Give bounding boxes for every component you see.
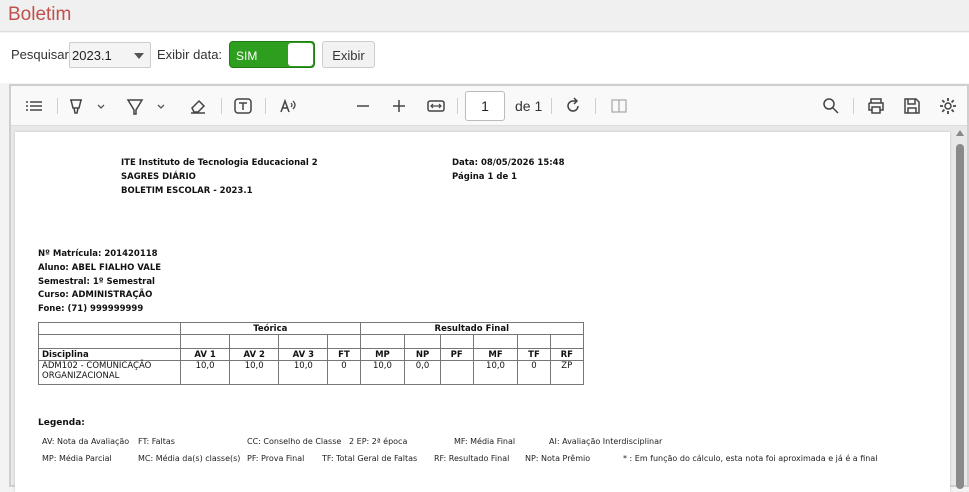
column-header: NP	[404, 348, 441, 361]
legend-item: AI: Avaliação Interdisciplinar	[549, 437, 663, 446]
search-label: Pesquisar:	[11, 47, 73, 62]
column-header: PF	[439, 348, 474, 361]
column-header: MP	[359, 348, 406, 361]
chevron-down-icon	[134, 53, 144, 59]
pdf-toolbar: 1 de 1	[11, 86, 967, 126]
rotate-icon[interactable]	[563, 96, 583, 116]
legend-item: * : Em função do cálculo, esta nota foi …	[623, 454, 878, 463]
eraser-icon[interactable]	[188, 96, 208, 116]
highlight-icon[interactable]	[67, 96, 85, 116]
table-cell: 10,0	[359, 360, 406, 385]
group-teorica: Teórica	[180, 322, 361, 335]
legend-item: MF: Média Final	[454, 437, 516, 446]
table-spacer-row	[38, 334, 585, 349]
legend-item: NP: Nota Prêmio	[525, 454, 591, 463]
legend-item: PF: Prova Final	[247, 454, 305, 463]
table-header-row: Disciplina AV 1 AV 2 AV 3 FT MP NP PF MF TF RF	[38, 348, 585, 361]
student-semester: Semestral: 1º Semestral	[38, 277, 155, 287]
grades-body: ADM102 - COMUNICAÇÃO ORGANIZACIONAL 10,0 1…	[38, 360, 585, 385]
system-name: SAGRES DIÁRIO	[121, 172, 196, 182]
read-aloud-icon[interactable]	[279, 96, 299, 116]
toolbar-separator	[57, 98, 58, 114]
toolbar-separator	[457, 98, 458, 114]
column-header: TF	[517, 348, 551, 361]
table-cell: 10,0	[472, 360, 519, 385]
filter-row: Pesquisar: 2023.1 Exibir data: SIM Exibi…	[0, 33, 969, 83]
toolbar-separator	[595, 98, 596, 114]
report-page: ITE Instituto de Tecnologia Educacional …	[15, 132, 950, 492]
vertical-scrollbar[interactable]	[955, 130, 965, 489]
page-number-input[interactable]: 1	[465, 91, 505, 121]
show-button[interactable]: Exibir	[322, 41, 375, 68]
table-cell	[439, 360, 474, 385]
legend-item: TF: Total Geral de Faltas	[322, 454, 418, 463]
pdf-viewer: 1 de 1 ITE Instituto de Tecnologia Educa…	[9, 84, 969, 492]
fit-page-icon[interactable]	[426, 96, 446, 116]
student-course: Curso: ADMINISTRAÇÃO	[38, 290, 153, 300]
report-page-count: Página 1 de 1	[452, 172, 518, 182]
draw-icon[interactable]	[125, 96, 145, 116]
title-bar: Boletim	[0, 0, 969, 32]
student-name: Aluno: ABEL FIALHO VALE	[38, 263, 162, 273]
table-cell: ADM102 - COMUNICAÇÃO ORGANIZACIONAL	[38, 360, 181, 385]
column-header: Disciplina	[38, 348, 181, 361]
toggle-label: SIM	[236, 49, 258, 63]
legend-item: MC: Média da(s) classe(s)	[138, 454, 241, 463]
table-cell: 10,0	[229, 360, 280, 385]
show-date-label: Exibir data:	[157, 47, 223, 62]
table-cell: 10,0	[278, 360, 329, 385]
table-group-row: Teórica Resultado Final	[38, 322, 585, 335]
institution-name: ITE Instituto de Tecnologia Educacional …	[121, 158, 318, 168]
outline-icon[interactable]	[25, 96, 43, 116]
toolbar-separator	[853, 98, 854, 114]
page-title: Boletim	[8, 4, 72, 25]
table-cell: 0	[327, 360, 361, 385]
legend-title: Legenda:	[38, 418, 85, 428]
chevron-down-icon[interactable]	[155, 96, 167, 116]
show-date-toggle[interactable]: SIM	[229, 41, 315, 68]
toggle-knob	[288, 43, 313, 66]
zoom-in-icon[interactable]	[391, 96, 407, 116]
save-icon[interactable]	[902, 96, 922, 116]
legend-item: RF: Resultado Final	[434, 454, 510, 463]
report-date: Data: 08/05/2026 15:48	[452, 158, 565, 168]
legend-item: MP: Média Parcial	[42, 454, 112, 463]
text-box-icon[interactable]	[233, 96, 253, 116]
toolbar-separator	[551, 98, 552, 114]
column-header: AV 2	[229, 348, 280, 361]
scroll-up-icon[interactable]	[956, 130, 964, 136]
grades-table: Teórica Resultado Final Disciplina AV 1 AV…	[38, 322, 585, 385]
table-row: ADM102 - COMUNICAÇÃO ORGANIZACIONAL 10,0 1…	[38, 360, 585, 385]
table-cell: 0	[517, 360, 551, 385]
zoom-out-icon[interactable]	[355, 96, 371, 116]
student-registration: Nº Matrícula: 201420118	[38, 249, 158, 259]
legend-item: AV: Nota da Avaliação	[42, 437, 130, 446]
gear-icon[interactable]	[938, 96, 958, 116]
print-icon[interactable]	[866, 96, 886, 116]
table-cell: ZP	[549, 360, 585, 385]
toolbar-separator	[221, 98, 222, 114]
column-header: AV 3	[278, 348, 329, 361]
group-resultado-final: Resultado Final	[359, 322, 585, 335]
report-title: BOLETIM ESCOLAR - 2023.1	[121, 186, 253, 196]
period-select-value: 2023.1	[72, 48, 112, 63]
chevron-down-icon[interactable]	[95, 96, 107, 116]
page-count: de 1	[515, 98, 543, 114]
toolbar-separator	[265, 98, 266, 114]
table-cell: 10,0	[179, 360, 231, 385]
two-page-icon[interactable]	[609, 96, 629, 116]
column-header: AV 1	[179, 348, 231, 361]
legend-item: 2 EP: 2ª época	[349, 437, 408, 446]
legend-item: FT: Faltas	[138, 437, 175, 446]
scrollbar-thumb[interactable]	[956, 144, 964, 489]
period-select[interactable]: 2023.1	[69, 42, 151, 68]
legend-item: CC: Conselho de Classe	[247, 437, 342, 446]
search-icon[interactable]	[821, 96, 841, 116]
column-header: FT	[327, 348, 361, 361]
column-header: MF	[472, 348, 519, 361]
column-header: RF	[549, 348, 585, 361]
student-phone: Fone: (71) 999999999	[38, 304, 144, 314]
table-cell: 0,0	[404, 360, 441, 385]
